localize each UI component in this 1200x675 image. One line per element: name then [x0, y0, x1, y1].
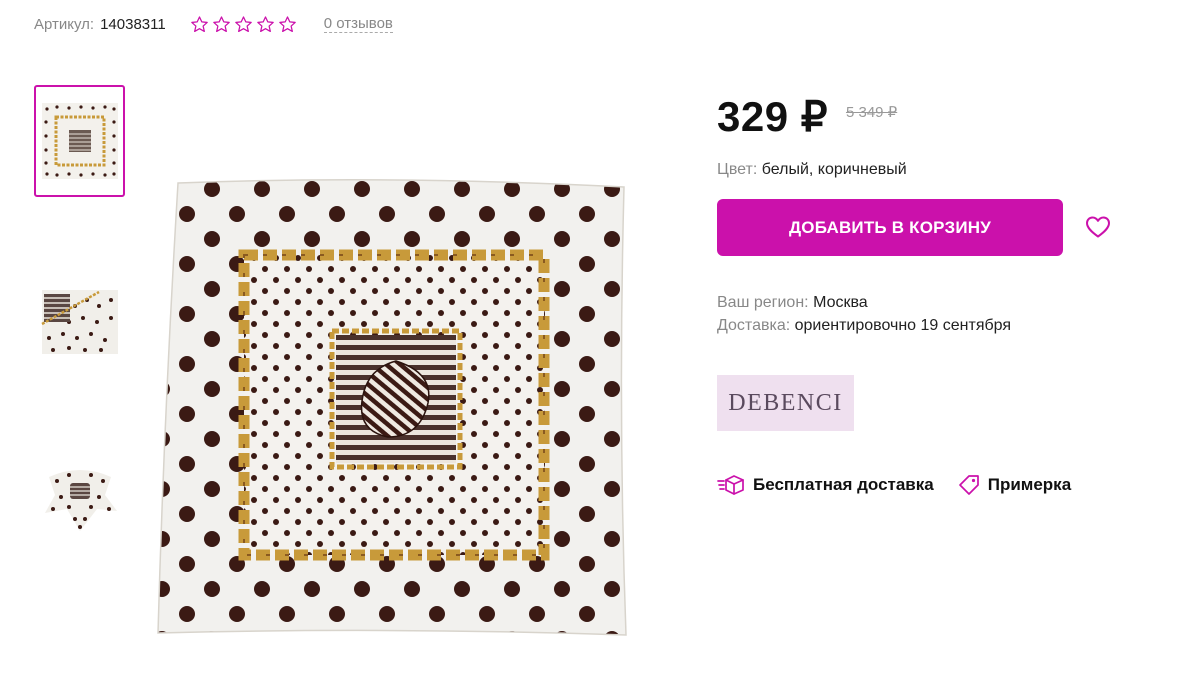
- add-to-favorites-button[interactable]: [1083, 212, 1113, 242]
- star-icon[interactable]: [212, 15, 231, 34]
- thumbnail-scarf-tied[interactable]: [34, 438, 125, 550]
- add-to-cart-button[interactable]: ДОБАВИТЬ В КОРЗИНУ: [717, 199, 1063, 256]
- thumbnail-scarf-folded[interactable]: [34, 262, 125, 374]
- tag-icon: [958, 475, 979, 495]
- article-number: 14038311: [100, 15, 166, 33]
- article-label: Артикул:: [34, 15, 95, 33]
- scarf-flat-thumbnail: [41, 103, 118, 179]
- features-row: Бесплатная доставка Примерка: [717, 474, 1071, 496]
- product-meta-bar: Артикул: 14038311 0 отзывов: [34, 12, 393, 36]
- delivery-line: Доставка: ориентировочно 19 сентября: [717, 314, 1011, 337]
- reviews-link[interactable]: 0 отзывов: [323, 15, 393, 33]
- current-price: 329 ₽: [717, 93, 828, 140]
- star-icon[interactable]: [190, 15, 209, 34]
- delivery-box-icon: [717, 475, 744, 495]
- brand-logo[interactable]: DEBENCI: [717, 375, 854, 431]
- delivery-info: Ваш регион: Москва Доставка: ориентирово…: [717, 291, 1011, 337]
- region-label: Ваш регион:: [717, 294, 809, 311]
- star-icon[interactable]: [256, 15, 275, 34]
- rating-stars[interactable]: [190, 15, 297, 34]
- star-icon[interactable]: [278, 15, 297, 34]
- old-price: 5 349 ₽: [845, 104, 898, 121]
- price-block: 329 ₽ 5 349 ₽: [717, 92, 897, 141]
- color-value: белый, коричневый: [761, 161, 907, 178]
- free-delivery-label: Бесплатная доставка: [753, 475, 934, 494]
- polka-dot-scarf-image[interactable]: [150, 175, 632, 641]
- star-icon[interactable]: [234, 15, 253, 34]
- free-delivery-feature[interactable]: Бесплатная доставка: [717, 474, 934, 496]
- delivery-label: Доставка:: [717, 317, 791, 334]
- brand-name: DEBENCI: [728, 389, 843, 416]
- thumbnail-scarf-flat[interactable]: [34, 85, 125, 197]
- delivery-date: ориентировочно 19 сентября: [794, 317, 1012, 334]
- heart-icon: [1086, 216, 1110, 238]
- color-info: Цвет: белый, коричневый: [717, 161, 907, 179]
- region-line: Ваш регион: Москва: [717, 291, 1011, 314]
- scarf-tied-thumbnail: [44, 470, 117, 531]
- color-label: Цвет:: [717, 161, 758, 178]
- region-value[interactable]: Москва: [813, 294, 868, 311]
- scarf-folded-thumbnail: [40, 290, 118, 354]
- fitting-label: Примерка: [987, 475, 1072, 494]
- fitting-feature[interactable]: Примерка: [958, 474, 1071, 496]
